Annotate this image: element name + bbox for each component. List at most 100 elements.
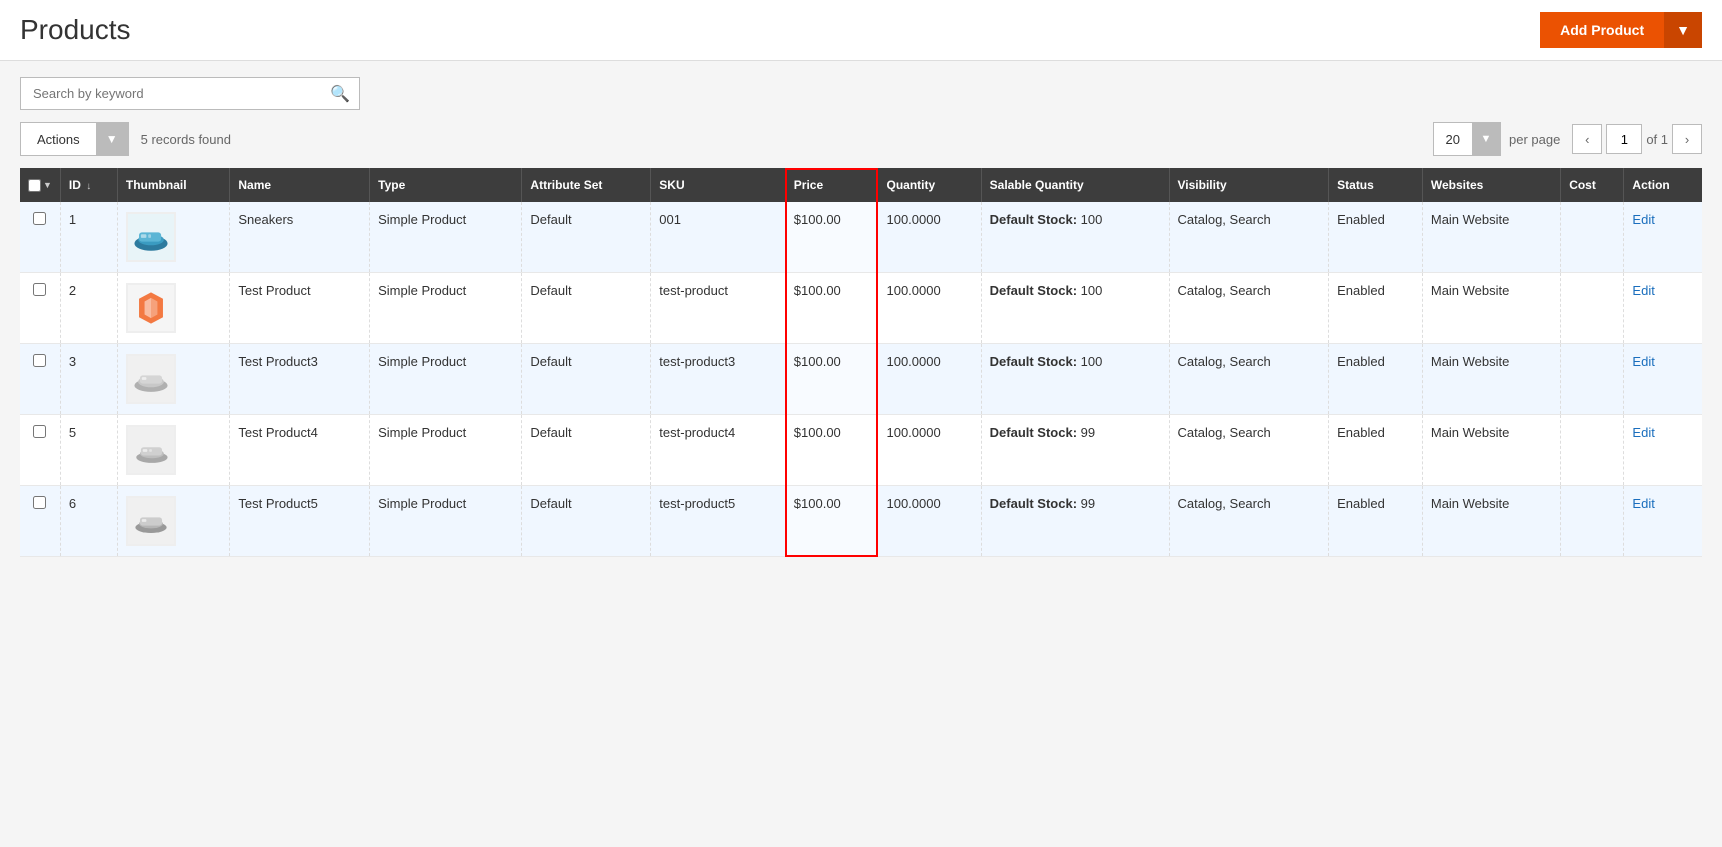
search-input[interactable] [20,77,360,110]
cell-cost [1561,415,1624,486]
cell-quantity: 100.0000 [878,344,981,415]
cell-action[interactable]: Edit [1624,202,1702,273]
add-product-button[interactable]: Add Product [1540,12,1664,48]
edit-link[interactable]: Edit [1632,212,1654,227]
cell-sku: test-product5 [651,486,786,557]
cell-salable-quantity: Default Stock: 100 [981,202,1169,273]
table-header-row: ▼ ID ↓ Thumbnail Name Type Attribute Set… [20,168,1702,202]
search-input-wrapper: 🔍 [20,77,360,110]
table-row: 5 Test Product4Simple ProductDefaulttest… [20,415,1702,486]
cell-action[interactable]: Edit [1624,273,1702,344]
cell-quantity: 100.0000 [878,415,981,486]
header-name[interactable]: Name [230,168,370,202]
cell-thumbnail [117,202,229,273]
row-checkbox[interactable] [33,212,46,225]
cell-visibility: Catalog, Search [1169,202,1329,273]
cell-id: 1 [60,202,117,273]
cell-sku: 001 [651,202,786,273]
page-number-input[interactable] [1606,124,1642,154]
cell-quantity: 100.0000 [878,202,981,273]
prev-page-button[interactable]: ‹ [1572,124,1602,154]
row-checkbox[interactable] [33,425,46,438]
add-product-dropdown-button[interactable]: ▼ [1664,12,1702,48]
header-salable-quantity[interactable]: Salable Quantity [981,168,1169,202]
header-type[interactable]: Type [370,168,522,202]
cell-attribute-set: Default [522,344,651,415]
cell-type: Simple Product [370,202,522,273]
per-page-label: per page [1509,132,1560,147]
cell-salable-quantity: Default Stock: 99 [981,486,1169,557]
cell-attribute-set: Default [522,273,651,344]
content-area: 🔍 Actions ▼ 5 records found 20 ▼ per pag… [0,61,1722,573]
cell-sku: test-product [651,273,786,344]
cell-websites: Main Website [1422,344,1560,415]
table-row: 3 Test Product3Simple ProductDefaulttest… [20,344,1702,415]
per-page-dropdown-arrow[interactable]: ▼ [1472,123,1500,155]
header-price[interactable]: Price [785,168,878,202]
thumbnail-image [126,354,176,404]
header-status[interactable]: Status [1329,168,1423,202]
salable-stock-label: Default Stock: [990,212,1077,227]
toolbar: Actions ▼ 5 records found 20 ▼ per page … [20,122,1702,156]
salable-stock-label: Default Stock: [990,496,1077,511]
header-visibility[interactable]: Visibility [1169,168,1329,202]
thumbnail-image [126,425,176,475]
search-icon[interactable]: 🔍 [330,84,350,104]
cell-id: 3 [60,344,117,415]
cell-attribute-set: Default [522,415,651,486]
row-checkbox[interactable] [33,354,46,367]
header-cost[interactable]: Cost [1561,168,1624,202]
cell-action[interactable]: Edit [1624,486,1702,557]
cell-quantity: 100.0000 [878,486,981,557]
cell-action[interactable]: Edit [1624,415,1702,486]
cell-price: $100.00 [785,344,878,415]
actions-label: Actions [21,132,96,147]
cell-quantity: 100.0000 [878,273,981,344]
cell-sku: test-product3 [651,344,786,415]
per-page-select[interactable]: 20 ▼ [1433,122,1501,156]
cell-id: 6 [60,486,117,557]
thumbnail-image [126,283,176,333]
cell-visibility: Catalog, Search [1169,486,1329,557]
edit-link[interactable]: Edit [1632,283,1654,298]
cell-websites: Main Website [1422,486,1560,557]
cell-visibility: Catalog, Search [1169,415,1329,486]
actions-dropdown[interactable]: Actions ▼ [20,122,129,156]
actions-dropdown-arrow[interactable]: ▼ [96,123,128,155]
cell-thumbnail [117,486,229,557]
cell-name: Test Product3 [230,344,370,415]
cell-salable-quantity: Default Stock: 100 [981,344,1169,415]
header-id[interactable]: ID ↓ [60,168,117,202]
header-checkbox-col: ▼ [20,168,60,202]
table-row: 2 Test ProductSimple ProductDefaulttest-… [20,273,1702,344]
next-page-button[interactable]: › [1672,124,1702,154]
cell-status: Enabled [1329,486,1423,557]
add-product-btn-group: Add Product ▼ [1540,12,1702,48]
thumbnail-image [126,212,176,262]
header-checkbox-dropdown[interactable]: ▼ [43,180,52,190]
cell-price: $100.00 [785,273,878,344]
page-header: Products Add Product ▼ [0,0,1722,61]
header-sku[interactable]: SKU [651,168,786,202]
edit-link[interactable]: Edit [1632,354,1654,369]
header-quantity[interactable]: Quantity [878,168,981,202]
edit-link[interactable]: Edit [1632,425,1654,440]
cell-status: Enabled [1329,415,1423,486]
thumbnail-image [126,496,176,546]
select-all-checkbox[interactable] [28,179,41,192]
cell-visibility: Catalog, Search [1169,273,1329,344]
cell-type: Simple Product [370,415,522,486]
edit-link[interactable]: Edit [1632,496,1654,511]
salable-stock-label: Default Stock: [990,354,1077,369]
cell-status: Enabled [1329,273,1423,344]
header-thumbnail: Thumbnail [117,168,229,202]
cell-type: Simple Product [370,273,522,344]
cell-status: Enabled [1329,344,1423,415]
page-title: Products [20,14,131,46]
header-attribute-set[interactable]: Attribute Set [522,168,651,202]
cell-action[interactable]: Edit [1624,344,1702,415]
row-checkbox[interactable] [33,496,46,509]
header-websites[interactable]: Websites [1422,168,1560,202]
row-checkbox[interactable] [33,283,46,296]
cell-thumbnail [117,344,229,415]
